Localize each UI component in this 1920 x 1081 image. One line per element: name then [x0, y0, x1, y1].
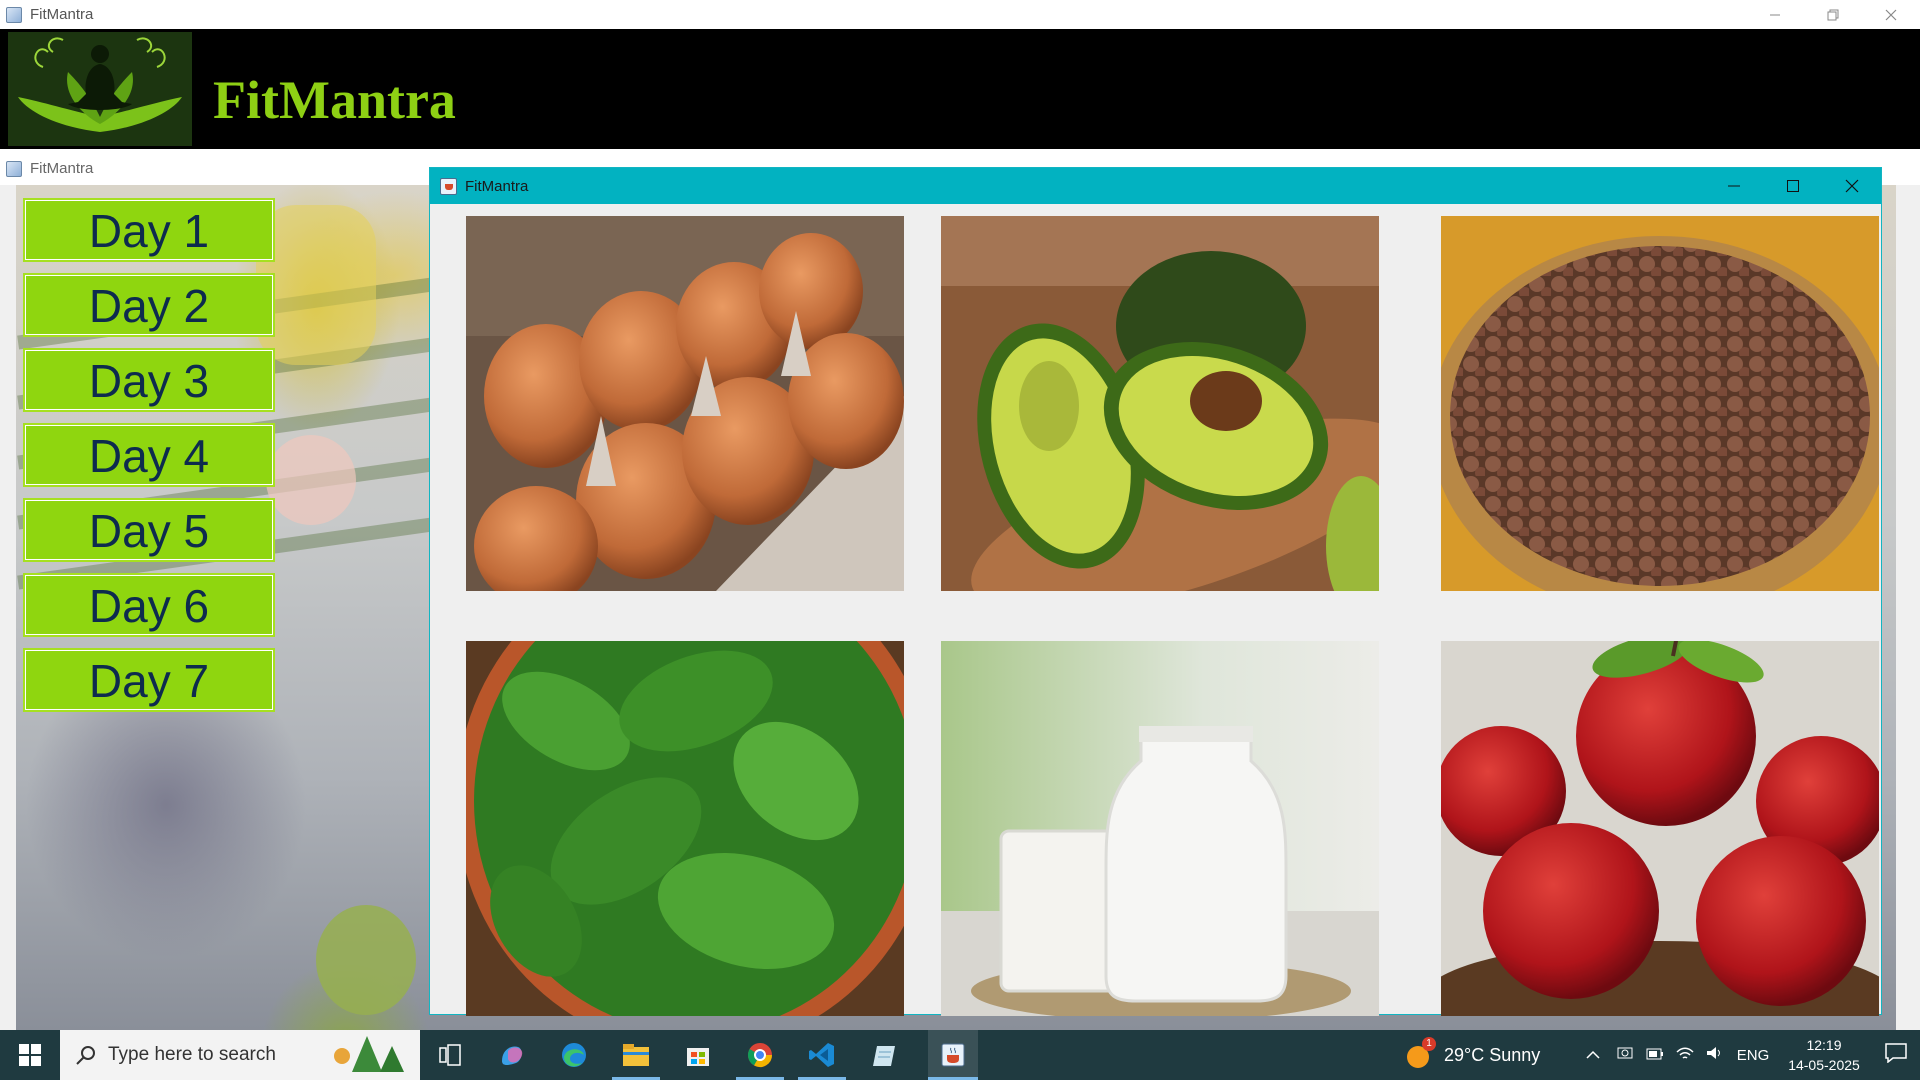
start-button[interactable]	[0, 1030, 60, 1080]
java-icon	[941, 1043, 965, 1067]
notification-icon	[1885, 1043, 1907, 1064]
vscode-icon	[809, 1043, 834, 1067]
copilot-button[interactable]	[494, 1037, 530, 1073]
clock-date: 14-05-2025	[1788, 1057, 1860, 1073]
minimize-icon	[1770, 14, 1780, 15]
chickpeas-image	[1441, 216, 1879, 591]
restore-button[interactable]	[1804, 0, 1862, 29]
food-close-button[interactable]	[1822, 168, 1881, 204]
restore-icon	[1827, 9, 1839, 20]
taskbar: Type here to search 1 29°C Sunny ENG 12:…	[0, 1030, 1920, 1080]
notification-button[interactable]	[1872, 1043, 1920, 1067]
copilot-icon	[502, 1046, 523, 1065]
system-tray: ENG 12:19 14-05-2025	[1576, 1030, 1920, 1080]
header-banner: FitMantra	[0, 29, 1920, 149]
taskbar-search-box[interactable]: Type here to search	[60, 1030, 420, 1080]
close-button[interactable]	[1862, 0, 1920, 29]
search-placeholder: Type here to search	[108, 1044, 276, 1065]
notepad-icon	[873, 1046, 895, 1066]
edge-icon	[562, 1043, 586, 1067]
clock[interactable]: 12:19 14-05-2025	[1776, 1035, 1872, 1075]
milk-image	[941, 641, 1379, 1016]
day-4-button[interactable]: Day 4	[23, 423, 275, 487]
main-window-titlebar[interactable]: FitMantra	[0, 0, 1920, 29]
vscode-button[interactable]	[804, 1037, 840, 1073]
day-7-button[interactable]: Day 7	[23, 648, 275, 712]
weather-sun-icon: 1	[1404, 1037, 1436, 1069]
chrome-button[interactable]	[742, 1037, 778, 1073]
minimize-icon	[1727, 185, 1740, 187]
java-app-button[interactable]	[928, 1030, 978, 1080]
weather-widget[interactable]: 1 29°C Sunny	[1404, 1030, 1540, 1080]
food-window-title: FitMantra	[465, 177, 529, 195]
language-indicator[interactable]: ENG	[1730, 1047, 1776, 1064]
wifi-tray-button[interactable]	[1670, 1046, 1700, 1064]
maximize-icon	[1786, 180, 1799, 192]
day-2-button[interactable]: Day 2	[23, 273, 275, 337]
battery-tray-button[interactable]	[1640, 1047, 1670, 1064]
search-highlight-image	[322, 1034, 412, 1076]
yoga-logo	[8, 32, 192, 146]
search-icon	[76, 1046, 95, 1065]
task-view-button[interactable]	[432, 1037, 468, 1073]
chrome-icon	[747, 1043, 772, 1068]
volume-icon	[1707, 1047, 1720, 1059]
day-6-button[interactable]: Day 6	[23, 573, 275, 637]
file-explorer-button[interactable]	[618, 1037, 654, 1073]
app-brand-title: FitMantra	[213, 70, 456, 130]
food-window-titlebar[interactable]: FitMantra	[430, 168, 1881, 204]
camera-icon	[1617, 1047, 1633, 1059]
minimize-button[interactable]	[1746, 0, 1804, 29]
task-view-icon	[439, 1044, 461, 1066]
food-minimize-button[interactable]	[1704, 168, 1763, 204]
notepad-button[interactable]	[866, 1037, 902, 1073]
spinach-image	[466, 641, 904, 1016]
main-window-title: FitMantra	[30, 6, 94, 23]
battery-icon	[1646, 1048, 1663, 1059]
file-explorer-icon	[623, 1044, 649, 1066]
apples-image	[1441, 641, 1879, 1016]
java-app-icon	[440, 177, 457, 195]
store-button[interactable]	[680, 1037, 716, 1073]
desktop: FitMantra FitMantra FitMantra Day 1 Day …	[0, 0, 1920, 1080]
java-app-icon	[6, 6, 22, 23]
day-1-button[interactable]: Day 1	[23, 198, 275, 262]
food-maximize-button[interactable]	[1763, 168, 1822, 204]
camera-tray-button[interactable]	[1610, 1046, 1640, 1064]
windows-start-icon	[19, 1044, 41, 1066]
chevron-up-icon	[1586, 1050, 1600, 1059]
weather-badge: 1	[1422, 1037, 1436, 1051]
avocado-image	[941, 216, 1379, 591]
close-icon	[1885, 9, 1897, 20]
eggs-image	[466, 216, 904, 591]
show-hidden-icons-button[interactable]	[1576, 1047, 1610, 1064]
close-icon	[1845, 179, 1858, 193]
day-3-button[interactable]: Day 3	[23, 348, 275, 412]
weather-text: 29°C Sunny	[1444, 1044, 1541, 1065]
store-icon	[687, 1048, 709, 1066]
days-window-title: FitMantra	[30, 160, 94, 177]
day-5-button[interactable]: Day 5	[23, 498, 275, 562]
edge-button[interactable]	[556, 1037, 592, 1073]
food-window: FitMantra	[429, 167, 1882, 1016]
java-app-icon	[6, 160, 22, 177]
wifi-icon	[1676, 1047, 1694, 1059]
volume-tray-button[interactable]	[1700, 1046, 1730, 1064]
clock-time: 12:19	[1806, 1037, 1842, 1053]
